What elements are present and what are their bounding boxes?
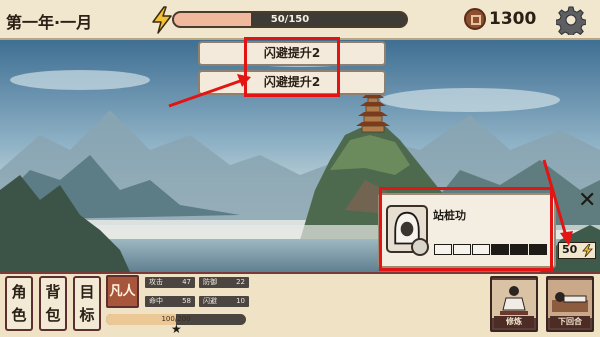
tab-character-label-2: 色 [11,306,27,324]
star-icon: ★ [171,322,182,336]
tab-goals-label-2: 标 [79,306,95,324]
sleeping-figure-icon [548,280,592,318]
coin-count: 1300 [489,9,537,29]
tab-character-label-1: 角 [11,283,27,301]
gear-icon[interactable] [556,5,586,35]
next-turn-label: 下回合 [550,316,590,328]
red-arrow-icon [542,159,573,246]
tab-inventory-label-2: 包 [45,306,61,324]
stat-accuracy: 命中 58 [145,296,195,307]
stat-label: 防御 [203,278,217,286]
tab-goals[interactable]: 目 标 [73,276,101,331]
highlight-box-skill-card [379,187,553,271]
tab-inventory-label-1: 背 [45,283,61,301]
next-turn-button[interactable]: 下回合 [546,276,594,332]
tab-inventory[interactable]: 背 包 [39,276,67,331]
stat-attack: 攻击 47 [145,277,195,288]
stat-label: 攻击 [149,278,163,286]
tab-character[interactable]: 角 色 [5,276,33,331]
lightning-icon [152,6,172,34]
stat-value: 47 [182,278,191,286]
stat-defense: 防御 22 [199,277,249,288]
stat-value: 22 [236,278,245,286]
stat-value: 58 [182,297,191,305]
stat-label: 闪避 [203,297,217,305]
meditating-figure-icon [492,280,536,318]
close-icon[interactable]: ✕ [578,190,596,212]
energy-bar: 50/150 [172,11,408,28]
date-label: 第一年·一月 [6,13,93,32]
highlight-box-options [244,37,340,97]
stat-dodge: 闪避 10 [199,296,249,307]
cultivate-button[interactable]: 修炼 [490,276,538,332]
red-arrow-icon [168,74,251,108]
realm-badge: 凡人 [106,275,139,308]
tab-goals-label-1: 目 [79,283,95,301]
stat-value: 10 [236,297,245,305]
stat-label: 命中 [149,297,163,305]
energy-text: 50/150 [270,14,310,25]
lightning-icon [582,244,593,257]
cultivate-label: 修炼 [494,316,534,328]
coin-icon [464,8,486,30]
